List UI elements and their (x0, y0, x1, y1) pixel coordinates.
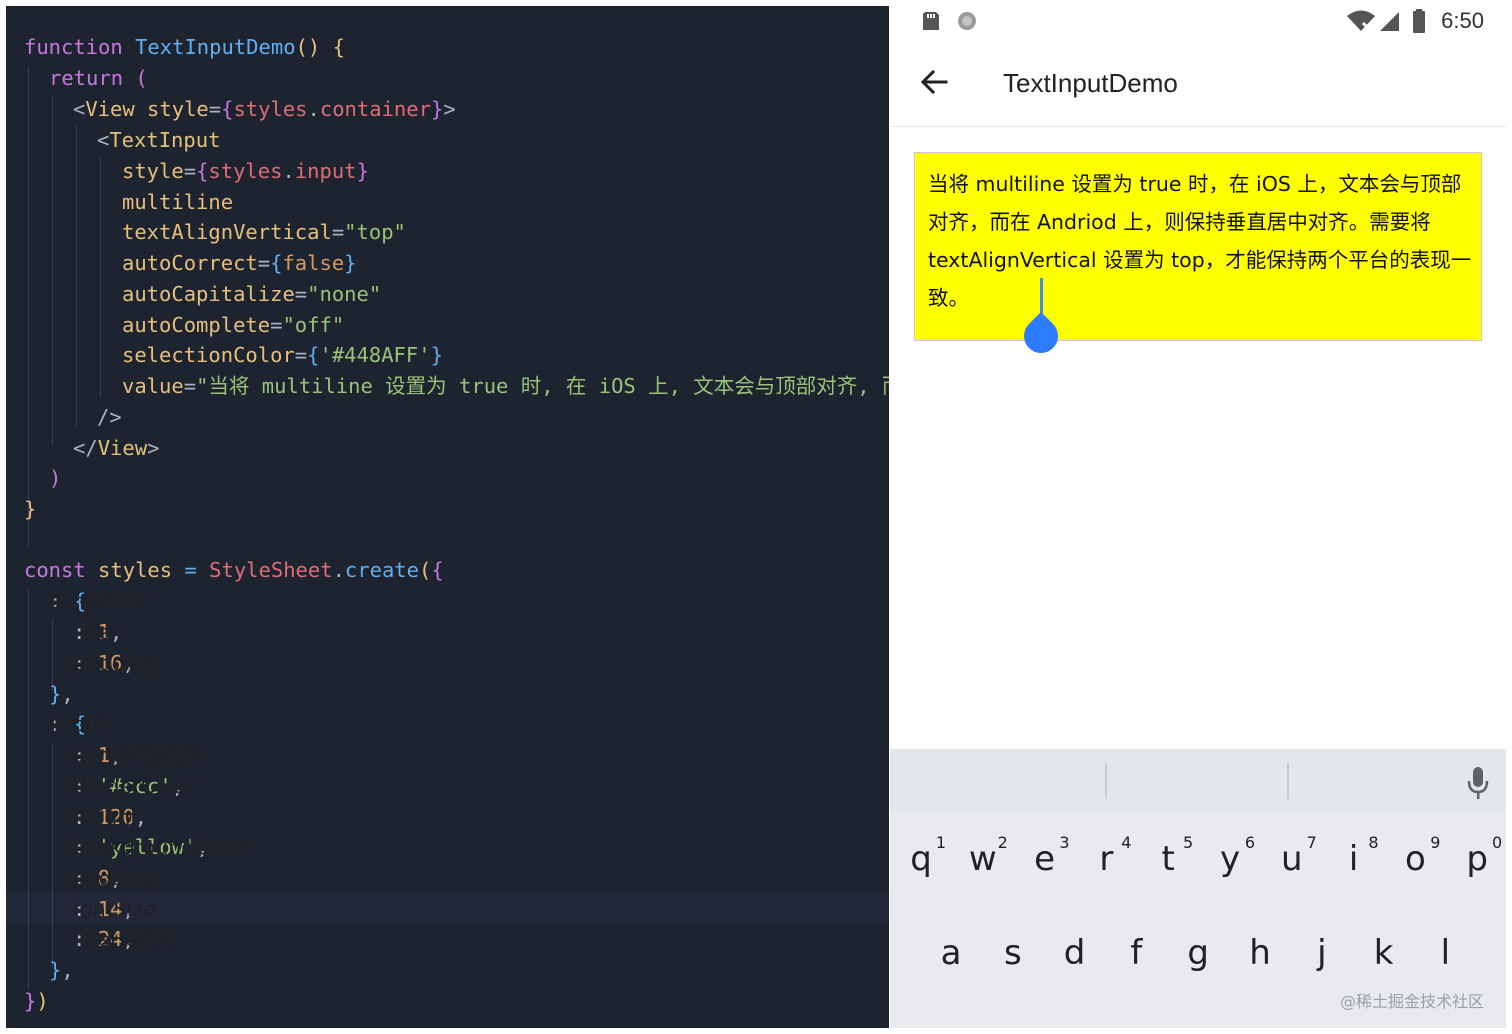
key-a[interactable]: a (920, 935, 982, 971)
code-line-24: borderWidth: 1, (73, 743, 201, 767)
code-line-11: selectionColor={'#448AFF'} (122, 343, 443, 367)
code-line-5: style={styles.input} (122, 159, 369, 183)
code-line-32: }) (24, 989, 49, 1013)
text-input-value: 当将 multiline 设置为 true 时，在 iOS 上，文本会与顶部对齐… (928, 172, 1472, 310)
key-r[interactable]: 4r (1075, 833, 1137, 877)
key-number-hint: 8 (1368, 833, 1379, 852)
code-line-16: } (24, 497, 37, 521)
indent-guide (28, 590, 29, 990)
key-letter: s (1003, 933, 1022, 973)
key-letter: l (1440, 933, 1451, 973)
code-line-14: </View> (73, 436, 160, 460)
suggestion-divider (1105, 763, 1107, 799)
code-line-25: borderColor: '#ccc', (73, 774, 195, 798)
code-line-8: autoCorrect={false} (122, 251, 357, 275)
key-letter: k (1373, 933, 1394, 973)
battery-icon (1413, 9, 1425, 33)
code-line-20: flex: 1, (73, 620, 123, 644)
key-o[interactable]: 9o (1384, 833, 1446, 877)
sd-card-icon (923, 12, 939, 30)
key-number-hint: 6 (1244, 833, 1255, 852)
key-number-hint: 9 (1430, 833, 1441, 852)
key-letter: h (1249, 933, 1271, 973)
indent-guide (52, 744, 53, 966)
microphone-icon[interactable] (1466, 765, 1490, 801)
key-y[interactable]: 6y (1199, 833, 1261, 877)
suggestion-strip (890, 749, 1506, 812)
key-letter: g (1187, 933, 1209, 973)
key-letter: j (1317, 933, 1327, 973)
key-j[interactable]: j (1291, 935, 1353, 971)
watermark: @稀土掘金技术社区 (1339, 992, 1484, 1011)
code-line-26: height: 120, (73, 805, 148, 829)
code-line-19: container: { (49, 589, 147, 613)
code-line-4: <TextInput (97, 128, 221, 152)
code-line-2: return ( (49, 66, 148, 90)
key-l[interactable]: l (1414, 935, 1476, 971)
code-line-6: multiline (122, 190, 234, 214)
suggestion-divider (1287, 763, 1289, 799)
key-e[interactable]: 3e (1014, 833, 1076, 877)
status-bar: 6:50 (890, 6, 1506, 38)
code-line-30: lineHeight: 24, (73, 927, 178, 951)
page-title: TextInputDemo (1003, 68, 1178, 98)
code-line-23: input: { (49, 712, 107, 736)
key-k[interactable]: k (1353, 935, 1415, 971)
key-g[interactable]: g (1167, 935, 1229, 971)
code-line-7: textAlignVertical="top" (122, 220, 406, 244)
code-line-10: autoComplete="off" (122, 313, 345, 337)
key-t[interactable]: 5t (1137, 833, 1199, 877)
code-line-18: const styles = StyleSheet.create({ (24, 558, 444, 582)
wifi-icon (1347, 10, 1375, 33)
key-number-hint: 4 (1121, 833, 1132, 852)
phone-screen: 6:50 TextInputDemo 当将 multiline 设置为 true… (890, 6, 1506, 1028)
key-number-hint: 3 (1059, 833, 1070, 852)
code-line-15: ) (49, 466, 62, 490)
key-letter: a (940, 933, 962, 973)
indent-guide (100, 158, 101, 398)
sync-icon (958, 12, 976, 30)
key-d[interactable]: d (1044, 935, 1106, 971)
code-editor[interactable]: function TextInputDemo() { return ( <Vie… (6, 6, 889, 1028)
multiline-text-input[interactable]: 当将 multiline 设置为 true 时，在 iOS 上，文本会与顶部对齐… (914, 152, 1482, 341)
status-time: 6:50 (1441, 8, 1484, 33)
key-letter: f (1130, 933, 1143, 973)
code-line-29: fontSize: 14, (73, 897, 156, 921)
key-number-hint: 2 (997, 833, 1008, 852)
code-line-28: padding: 8, (73, 866, 157, 890)
back-arrow-icon[interactable] (918, 66, 950, 98)
code-line-12: value="当将 multiline 设置为 true 时, 在 iOS 上,… (122, 374, 889, 398)
code-line-22: }, (49, 682, 74, 706)
key-i[interactable]: 8i (1323, 833, 1385, 877)
key-p[interactable]: 0p (1446, 833, 1506, 877)
key-u[interactable]: 7u (1261, 833, 1323, 877)
indent-guide (28, 66, 29, 546)
key-s[interactable]: s (982, 935, 1044, 971)
code-line-31: }, (49, 958, 74, 982)
app-bar: TextInputDemo (890, 38, 1506, 127)
code-line-13: /> (97, 405, 122, 429)
key-number-hint: 0 (1492, 833, 1503, 852)
key-number-hint: 7 (1306, 833, 1317, 852)
indent-guide (76, 126, 77, 426)
key-w[interactable]: 2w (952, 833, 1014, 877)
key-f[interactable]: f (1105, 935, 1167, 971)
key-q[interactable]: 1q (890, 833, 952, 877)
code-line-27: backgroundColor: 'yellow', (73, 835, 248, 859)
key-h[interactable]: h (1229, 935, 1291, 971)
signal-icon (1380, 12, 1399, 31)
indent-guide (52, 96, 53, 446)
key-number-hint: 1 (935, 833, 946, 852)
code-line-1: function TextInputDemo() { (24, 35, 345, 59)
code-line-3: <View style={styles.container}> (73, 97, 456, 121)
key-number-hint: 5 (1183, 833, 1194, 852)
soft-keyboard: 1q2w3e4r5t6y7u8i9o0p a s d f gh j k l @稀土掘金技术社区 (890, 749, 1506, 1028)
key-letter: d (1063, 933, 1086, 973)
code-line-21: padding: 16, (73, 651, 157, 675)
code-line-9: autoCapitalize="none" (122, 282, 382, 306)
